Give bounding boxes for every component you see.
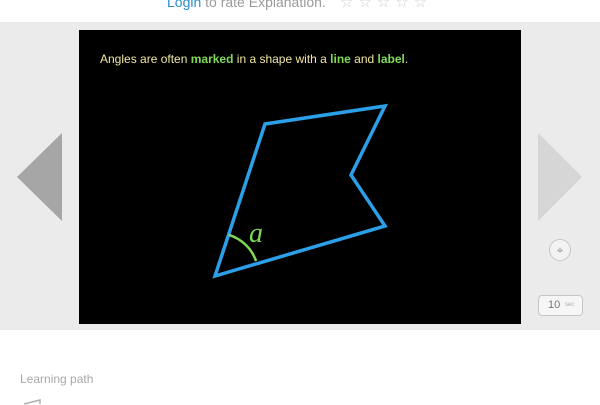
rating-prompt: Login to rate Explanation. (167, 0, 326, 10)
angle-label: a (249, 218, 263, 249)
crosshair-icon[interactable]: ⌖ (549, 239, 571, 261)
speed-button[interactable]: 10 sec (538, 295, 583, 316)
next-slide-button[interactable] (538, 133, 582, 221)
quadrilateral-shape (212, 103, 389, 279)
rating-bar: Login to rate Explanation. ☆☆☆☆☆ (0, 0, 600, 22)
slide-viewer: Angles are often marked in a shape with … (0, 22, 600, 330)
shape-diagram: a (212, 103, 389, 279)
speed-value: 10 (548, 299, 561, 311)
previous-slide-button[interactable] (17, 133, 62, 221)
speed-unit: sec (565, 302, 575, 308)
slide-canvas: Angles are often marked in a shape with … (79, 30, 521, 324)
login-link[interactable]: Login (167, 0, 201, 10)
rating-stars[interactable]: ☆☆☆☆☆ (340, 0, 432, 11)
learning-path-heading: Learning path (20, 372, 94, 386)
rating-prompt-text: to rate Explanation. (201, 0, 326, 10)
learning-path-icon (23, 399, 41, 405)
